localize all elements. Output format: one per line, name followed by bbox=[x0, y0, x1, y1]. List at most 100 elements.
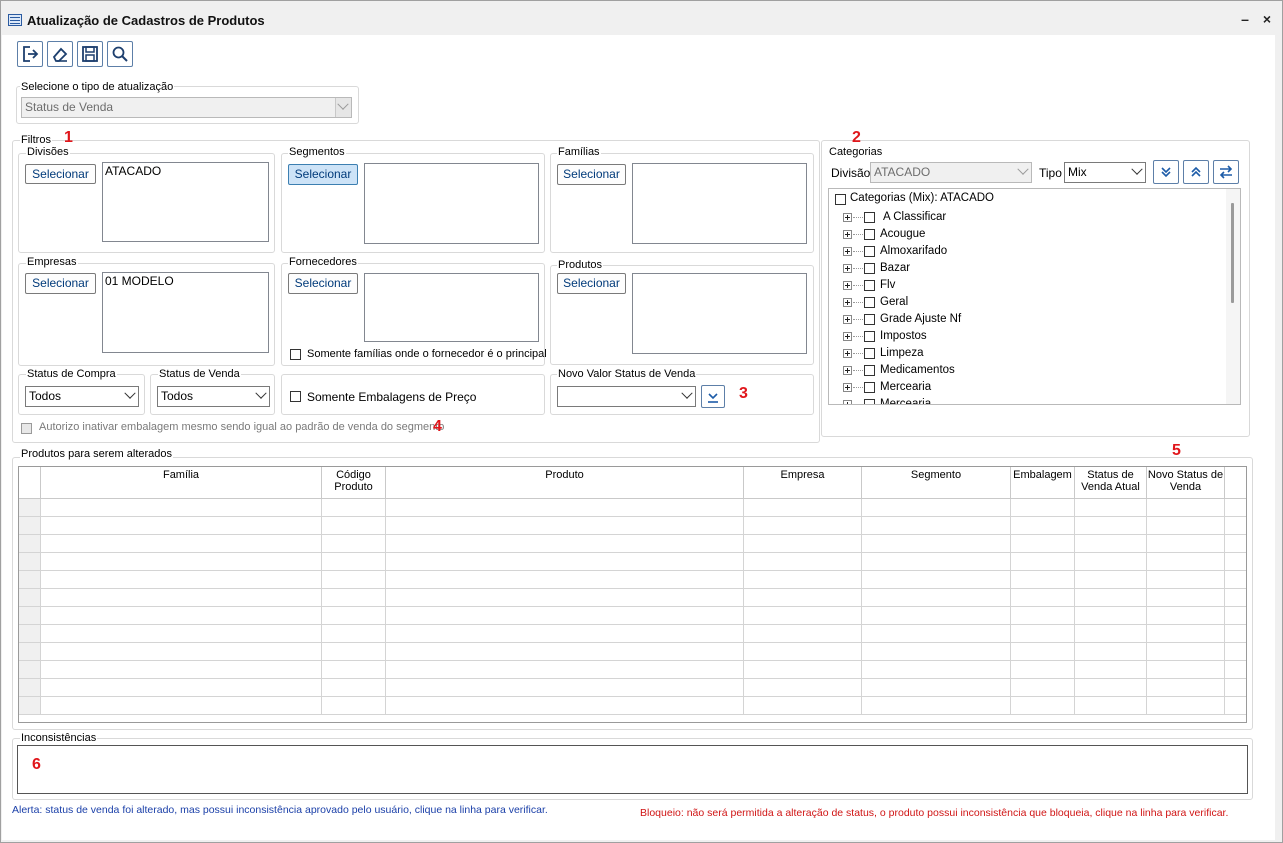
tree-item[interactable]: Almoxarifado bbox=[829, 243, 1224, 260]
row-indicator[interactable] bbox=[19, 696, 41, 715]
table-cell[interactable] bbox=[1074, 516, 1147, 535]
table-cell[interactable] bbox=[385, 552, 744, 571]
update-type-select[interactable]: Status de Venda bbox=[21, 97, 352, 118]
table-cell[interactable] bbox=[321, 534, 386, 553]
table-cell[interactable] bbox=[40, 660, 322, 679]
table-cell[interactable] bbox=[743, 588, 862, 607]
segmentos-list[interactable] bbox=[364, 163, 539, 244]
table-row[interactable] bbox=[19, 570, 1246, 589]
table-cell[interactable] bbox=[1146, 588, 1225, 607]
col-segmento[interactable]: Segmento bbox=[861, 467, 1011, 499]
tree-item[interactable]: Limpeza bbox=[829, 345, 1224, 362]
tree-item[interactable]: Mercearia bbox=[829, 396, 1224, 404]
table-cell[interactable] bbox=[321, 570, 386, 589]
table-cell[interactable] bbox=[1074, 552, 1147, 571]
table-cell[interactable] bbox=[743, 516, 862, 535]
row-indicator[interactable] bbox=[19, 624, 41, 643]
table-cell[interactable] bbox=[321, 642, 386, 661]
table-cell[interactable] bbox=[1224, 660, 1246, 679]
table-cell[interactable] bbox=[1074, 606, 1147, 625]
status-compra-select[interactable]: Todos bbox=[25, 386, 139, 407]
table-cell[interactable] bbox=[743, 534, 862, 553]
table-row[interactable] bbox=[19, 624, 1246, 643]
table-cell[interactable] bbox=[861, 660, 1011, 679]
table-row[interactable] bbox=[19, 588, 1246, 607]
divisoes-list[interactable]: ATACADO bbox=[102, 162, 269, 242]
table-cell[interactable] bbox=[385, 660, 744, 679]
tree-item[interactable]: Acougue bbox=[829, 226, 1224, 243]
row-indicator[interactable] bbox=[19, 642, 41, 661]
segmentos-select-button[interactable]: Selecionar bbox=[288, 164, 358, 185]
expand-plus-icon[interactable] bbox=[843, 213, 852, 222]
empresas-select-button[interactable]: Selecionar bbox=[25, 273, 96, 294]
table-cell[interactable] bbox=[321, 588, 386, 607]
row-indicator[interactable] bbox=[19, 534, 41, 553]
table-cell[interactable] bbox=[1224, 588, 1246, 607]
minimize-button[interactable]: – bbox=[1237, 11, 1253, 27]
row-indicator[interactable] bbox=[19, 498, 41, 517]
table-cell[interactable] bbox=[1074, 660, 1147, 679]
table-cell[interactable] bbox=[743, 642, 862, 661]
table-cell[interactable] bbox=[1146, 606, 1225, 625]
categorias-tree[interactable]: Categorias (Mix): ATACADO A Classificar A… bbox=[828, 188, 1241, 405]
table-cell[interactable] bbox=[1010, 624, 1075, 643]
col-embalagem[interactable]: Embalagem bbox=[1010, 467, 1075, 499]
row-indicator[interactable] bbox=[19, 678, 41, 697]
table-cell[interactable] bbox=[385, 642, 744, 661]
tree-item-checkbox[interactable] bbox=[864, 212, 875, 223]
table-cell[interactable] bbox=[861, 678, 1011, 697]
table-cell[interactable] bbox=[861, 516, 1011, 535]
table-cell[interactable] bbox=[1074, 678, 1147, 697]
tree-item[interactable]: Mercearia bbox=[829, 379, 1224, 396]
search-button[interactable] bbox=[107, 41, 133, 67]
table-cell[interactable] bbox=[1146, 660, 1225, 679]
tree-item[interactable]: Medicamentos bbox=[829, 362, 1224, 379]
table-cell[interactable] bbox=[385, 570, 744, 589]
table-cell[interactable] bbox=[321, 552, 386, 571]
produtos-grid[interactable]: Família Código Produto Produto Empresa S… bbox=[18, 466, 1247, 723]
table-cell[interactable] bbox=[40, 552, 322, 571]
table-cell[interactable] bbox=[1146, 642, 1225, 661]
table-cell[interactable] bbox=[321, 696, 386, 715]
table-cell[interactable] bbox=[385, 516, 744, 535]
table-cell[interactable] bbox=[861, 624, 1011, 643]
table-cell[interactable] bbox=[1010, 570, 1075, 589]
table-cell[interactable] bbox=[861, 552, 1011, 571]
clear-button[interactable] bbox=[47, 41, 73, 67]
table-cell[interactable] bbox=[1010, 696, 1075, 715]
divisao-select[interactable]: ATACADO bbox=[870, 162, 1032, 183]
table-cell[interactable] bbox=[861, 696, 1011, 715]
table-cell[interactable] bbox=[385, 588, 744, 607]
table-cell[interactable] bbox=[1074, 624, 1147, 643]
table-cell[interactable] bbox=[40, 498, 322, 517]
expand-plus-icon[interactable] bbox=[843, 298, 852, 307]
table-cell[interactable] bbox=[40, 696, 322, 715]
table-cell[interactable] bbox=[743, 570, 862, 589]
table-cell[interactable] bbox=[1074, 588, 1147, 607]
table-cell[interactable] bbox=[1074, 642, 1147, 661]
table-cell[interactable] bbox=[1074, 498, 1147, 517]
table-cell[interactable] bbox=[1146, 570, 1225, 589]
expand-plus-icon[interactable] bbox=[843, 400, 852, 404]
expand-all-button[interactable] bbox=[1153, 160, 1179, 184]
col-empresa[interactable]: Empresa bbox=[743, 467, 862, 499]
tree-item-checkbox[interactable] bbox=[864, 331, 875, 342]
table-cell[interactable] bbox=[321, 624, 386, 643]
col-codigo-produto[interactable]: Código Produto bbox=[321, 467, 386, 499]
table-cell[interactable] bbox=[1146, 498, 1225, 517]
tree-item-checkbox[interactable] bbox=[864, 280, 875, 291]
row-indicator[interactable] bbox=[19, 660, 41, 679]
table-cell[interactable] bbox=[1146, 534, 1225, 553]
table-cell[interactable] bbox=[1010, 678, 1075, 697]
table-cell[interactable] bbox=[385, 696, 744, 715]
table-cell[interactable] bbox=[40, 606, 322, 625]
table-cell[interactable] bbox=[1074, 570, 1147, 589]
table-cell[interactable] bbox=[40, 588, 322, 607]
fornecedor-principal-checkbox[interactable] bbox=[290, 349, 301, 360]
table-cell[interactable] bbox=[1224, 534, 1246, 553]
tree-item[interactable]: Geral bbox=[829, 294, 1224, 311]
exit-button[interactable] bbox=[17, 41, 43, 67]
table-cell[interactable] bbox=[1146, 678, 1225, 697]
apply-status-button[interactable] bbox=[701, 385, 725, 408]
categorias-root-checkbox[interactable] bbox=[835, 194, 846, 205]
